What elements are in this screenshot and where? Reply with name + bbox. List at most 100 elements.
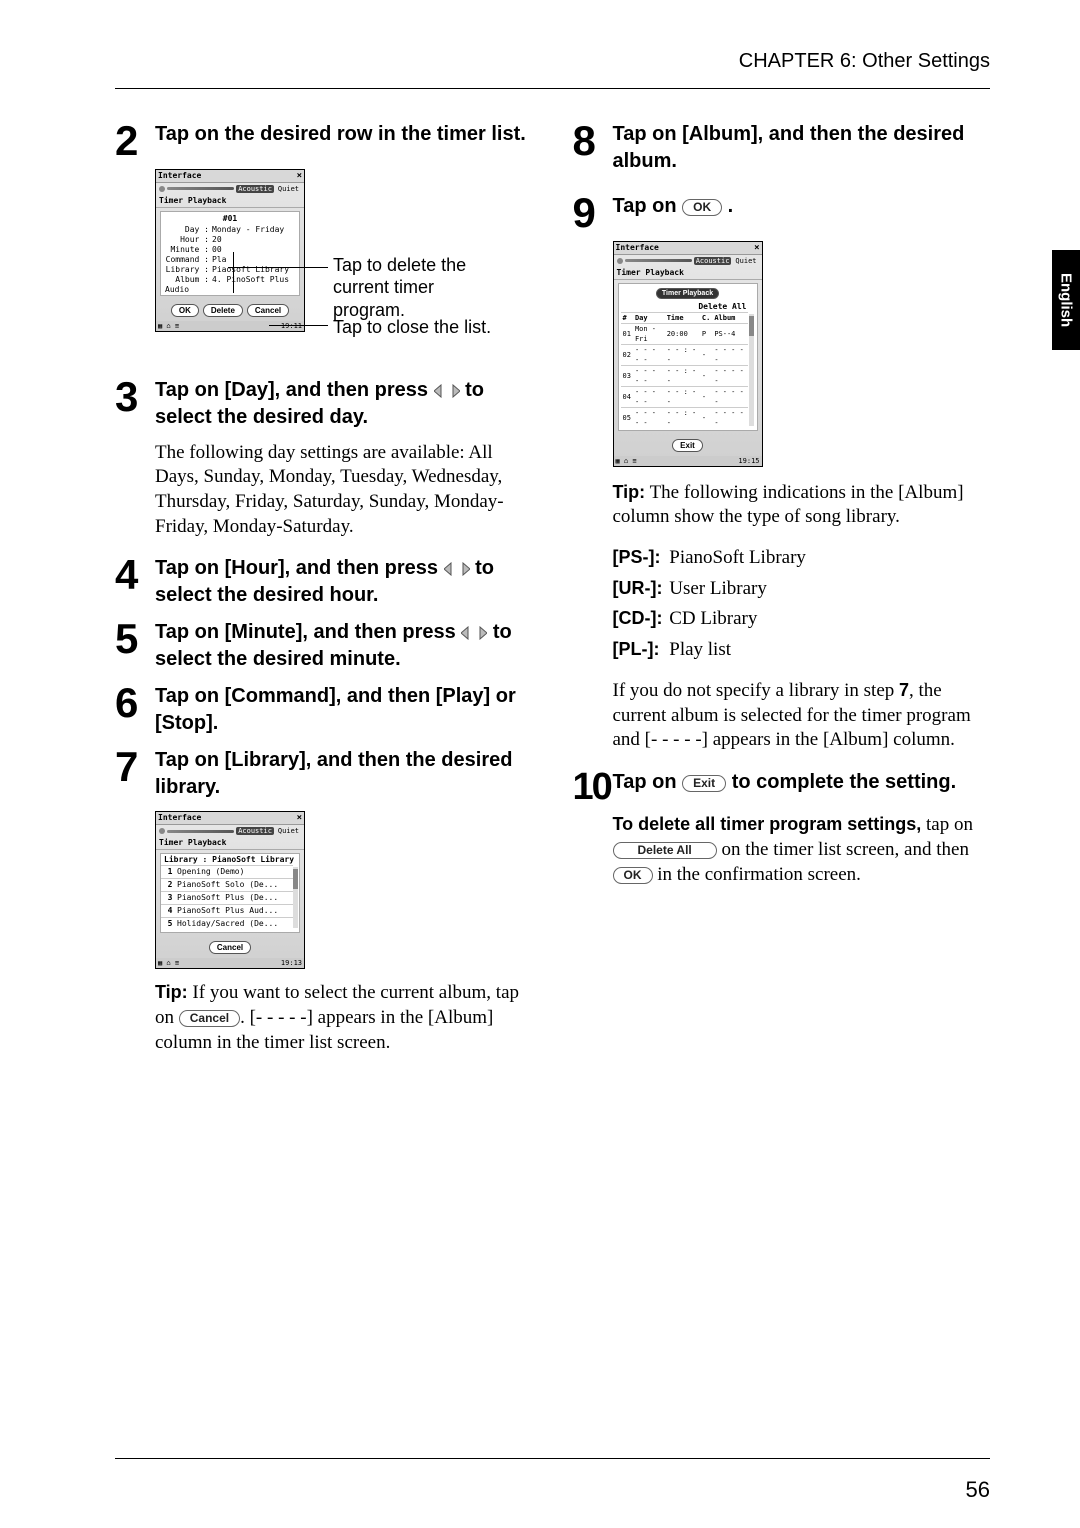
acoustic-label: Acoustic — [236, 185, 274, 193]
language-tab: English — [1052, 250, 1080, 350]
acoustic-label: Acoustic — [236, 827, 274, 835]
step-number-4: 4 — [115, 555, 155, 609]
device-title: Interface — [616, 243, 659, 253]
hour-value: 20 — [212, 235, 222, 244]
step-number-6: 6 — [115, 683, 155, 737]
list-item[interactable]: 5Holiday/Sacred (De... — [161, 917, 293, 930]
device-mode-slider: AcousticQuiet — [614, 255, 762, 267]
step-9-text: Tap on OK . — [613, 193, 991, 231]
table-row[interactable]: 03- - - - -- - : - --- - - - - — [621, 365, 748, 386]
step-6-text: Tap on [Command], and then [Play] or [St… — [155, 683, 533, 737]
list-item[interactable]: 2PianoSoft Solo (De... — [161, 878, 293, 891]
step-number-10: 10 — [573, 769, 613, 803]
step-number-7: 7 — [115, 747, 155, 801]
exit-button[interactable]: Exit — [672, 439, 703, 452]
device-mode-slider: AcousticQuiet — [156, 825, 304, 837]
device-screenshot-step9: Interface× AcousticQuiet Timer Playback … — [613, 241, 763, 467]
tip-label: Tip: — [613, 482, 646, 502]
scrollbar[interactable] — [293, 867, 298, 928]
step-8-text: Tap on [Album], and then the desired alb… — [613, 121, 991, 175]
ok-pill: OK — [682, 199, 722, 216]
device-screenshot-step2: Interface× AcousticQuiet Timer Playback … — [155, 169, 305, 332]
left-right-arrow-icon — [434, 379, 460, 401]
left-column: 2 Tap on the desired row in the timer li… — [115, 121, 533, 1072]
close-icon: × — [297, 171, 302, 181]
exit-pill: Exit — [682, 775, 726, 792]
delete-all-label[interactable]: Delete All — [621, 302, 755, 312]
day-label: Day : — [165, 225, 209, 235]
step-9-body2: If you do not specify a library in step … — [613, 679, 991, 753]
table-row[interactable]: 01Mon - Fri20:00PPS--4 — [621, 323, 748, 344]
callout-line-close — [269, 325, 328, 326]
prefix-ps: [PS-]: — [613, 546, 665, 569]
step-9-tip: Tip: The following indications in the [A… — [613, 481, 991, 530]
acoustic-label: Acoustic — [694, 257, 732, 265]
device-subtitle: Timer Playback — [156, 837, 304, 850]
library-label: Library : — [165, 265, 209, 275]
step-5-text: Tap on [Minute], and then press to selec… — [155, 619, 533, 673]
table-row[interactable]: 04- - - - -- - : - --- - - - - — [621, 386, 748, 407]
step-7-text: Tap on [Library], and then the desired l… — [155, 747, 533, 801]
day-value: Monday - Friday — [212, 225, 284, 234]
scrollbar[interactable] — [749, 314, 754, 426]
minute-label: Minute : — [165, 245, 209, 255]
delete-button[interactable]: Delete — [203, 304, 243, 317]
device-status-bar: ▦ ⌂ ≡19:13 — [156, 958, 304, 968]
timer-playback-pill: Timer Playback — [656, 288, 719, 299]
tip-label: Tip: — [155, 982, 188, 1002]
timer-program-title: #01 — [161, 212, 299, 225]
device-title: Interface — [158, 171, 201, 181]
page-number: 56 — [966, 1477, 990, 1503]
ok-button[interactable]: OK — [171, 304, 199, 317]
table-row[interactable]: 05- - - - -- - : - --- - - - - — [621, 407, 748, 428]
hour-label: Hour : — [165, 235, 209, 245]
callout-delete: Tap to delete the current timer program. — [333, 254, 503, 322]
prefix-list: [PS-]: PianoSoft Library [UR-]: User Lib… — [613, 546, 991, 663]
left-right-arrow-icon — [444, 557, 470, 579]
left-right-arrow-icon — [461, 621, 487, 643]
divider-top — [115, 88, 990, 89]
quiet-label: Quiet — [733, 257, 758, 265]
right-column: 8 Tap on [Album], and then the desired a… — [573, 121, 991, 1072]
callout-line-delete — [228, 267, 328, 268]
list-item[interactable]: 3PianoSoft Plus (De... — [161, 891, 293, 904]
list-item[interactable]: 1Opening (Demo) — [161, 865, 293, 878]
step-3-body: The following day settings are available… — [155, 441, 533, 540]
prefix-ur: [UR-]: — [613, 577, 665, 600]
close-icon: × — [297, 813, 302, 823]
library-value-a: Pia — [212, 265, 226, 274]
step-10-delete-instructions: To delete all timer program settings, ta… — [613, 813, 991, 887]
command-value: Pla — [212, 255, 226, 264]
step-3-text: Tap on [Day], and then press to select t… — [155, 377, 533, 431]
device-title: Interface — [158, 813, 201, 823]
device-subtitle: Timer Playback — [156, 195, 304, 208]
close-icon: × — [754, 243, 759, 253]
cancel-pill: Cancel — [179, 1010, 240, 1027]
step-2-text: Tap on the desired row in the timer list… — [155, 121, 533, 159]
step-number-5: 5 — [115, 619, 155, 673]
device-status-bar: ▦ ⌂ ≡19:15 — [614, 456, 762, 466]
delete-all-pill: Delete All — [613, 842, 717, 859]
album-label: Album : — [165, 275, 209, 285]
timer-table: # Day Time C. Album 01Mon - Fri20:00PPS-… — [621, 312, 748, 428]
callout-close: Tap to close the list. — [333, 316, 491, 339]
table-row[interactable]: 02- - - - -- - : - --- - - - - — [621, 344, 748, 365]
minute-value: 00 — [212, 245, 222, 254]
device-status-bar: ▦ ⌂ ≡19:11 — [156, 321, 304, 331]
cancel-button[interactable]: Cancel — [209, 941, 251, 954]
library-header: Library : PianoSoft Library — [161, 854, 299, 865]
list-item[interactable]: 4PianoSoft Plus Aud... — [161, 904, 293, 917]
quiet-label: Quiet — [276, 185, 301, 193]
step-number-9: 9 — [573, 193, 613, 231]
step-10-text: Tap on Exit to complete the setting. — [613, 769, 991, 803]
step-7-tip: Tip: If you want to select the current a… — [155, 981, 533, 1055]
command-label: Command : — [165, 255, 209, 265]
device-screenshot-step7: Interface× AcousticQuiet Timer Playback … — [155, 811, 305, 969]
device-mode-slider: AcousticQuiet — [156, 183, 304, 195]
cancel-button[interactable]: Cancel — [247, 304, 289, 317]
step-4-text: Tap on [Hour], and then press to select … — [155, 555, 533, 609]
divider-bottom — [115, 1458, 990, 1459]
step-number-3: 3 — [115, 377, 155, 431]
device-subtitle: Timer Playback — [614, 267, 762, 280]
quiet-label: Quiet — [276, 827, 301, 835]
